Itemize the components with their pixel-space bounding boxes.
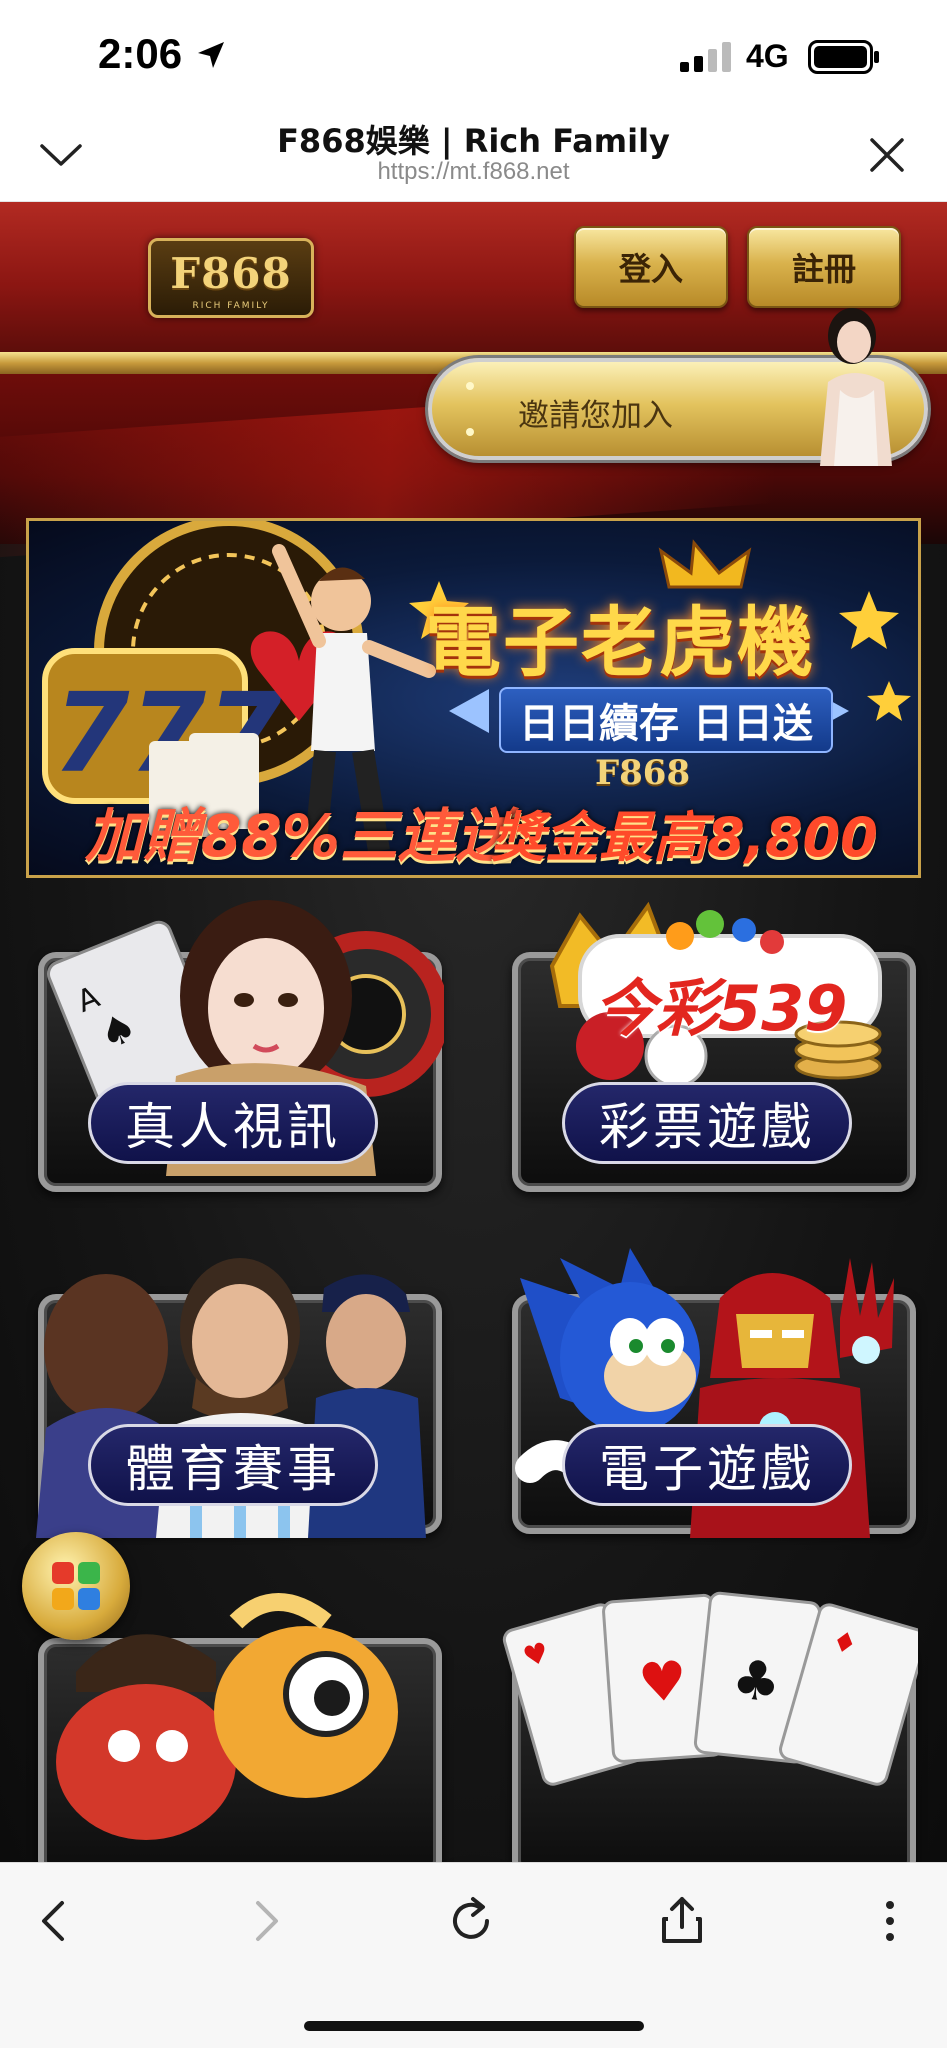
banner-subtitle: 日日續存 日日送 (499, 687, 833, 753)
category-label: 電子遊戲 (562, 1424, 852, 1506)
grid-apps-icon (52, 1562, 100, 1610)
category-sports[interactable]: 體育賽事 (26, 1238, 444, 1538)
category-live-casino[interactable]: A ♠ 真人視訊 (26, 896, 444, 1196)
logo-text: F868 (170, 249, 292, 298)
home-indicator (304, 2021, 644, 2031)
site-logo[interactable]: F868 RICH FAMILY (148, 238, 314, 318)
category-label: 真人視訊 (88, 1082, 378, 1164)
decor-dot (466, 428, 474, 436)
logo-subtext: RICH FAMILY (192, 301, 270, 311)
banner-logo: F868 (595, 753, 691, 793)
browser-toolbar (0, 1862, 947, 2048)
banner-max-text: 獎金最高8,800 (491, 806, 878, 869)
status-time: 2:06 (98, 30, 183, 77)
close-icon[interactable] (862, 130, 912, 180)
location-arrow-icon (198, 42, 224, 68)
invite-label: 邀請您加入 (518, 398, 673, 434)
browser-header: F868娛樂 | Rich Family https://mt.f868.net (0, 110, 947, 202)
promo-banner[interactable]: 777 電子老虎機 日日續存 日日送 F868 加贈88%三連送 獎金最高8,8… (26, 518, 921, 878)
register-button[interactable]: 註冊 (747, 226, 901, 308)
svg-text:♣: ♣ (729, 1647, 784, 1715)
lottery-art-text: 今彩539 (594, 972, 848, 1045)
floating-menu-button[interactable] (22, 1532, 130, 1640)
page-url: https://mt.f868.net (377, 158, 570, 185)
card-games-image: ♥ ♥ ♣ ♦ (502, 1591, 918, 1786)
forward-icon[interactable] (234, 1891, 294, 1951)
network-type: 4G (746, 38, 789, 74)
category-lottery[interactable]: 今彩539 彩票遊戲 (500, 896, 918, 1196)
category-slots[interactable]: 電子遊戲 (500, 1238, 918, 1538)
banner-title: 電子老虎機 (425, 598, 815, 687)
page-title: F868娛樂 | Rich Family (277, 122, 670, 160)
category-label: 彩票遊戲 (562, 1082, 852, 1164)
banner-bonus-text: 加贈88%三連送 (85, 802, 514, 870)
signal-strength-icon (680, 42, 731, 72)
category-label: 體育賽事 (88, 1424, 378, 1506)
back-icon[interactable] (26, 1891, 86, 1951)
decor-dot (466, 382, 474, 390)
share-icon[interactable] (652, 1891, 712, 1951)
svg-text:♥: ♥ (636, 1649, 689, 1715)
more-options-icon[interactable] (860, 1891, 920, 1951)
hostess-image (820, 308, 892, 466)
site-viewport: F868 RICH FAMILY 登入 註冊 邀請您加入 777 電子老虎機 日… (0, 202, 947, 1862)
battery-icon (808, 40, 879, 74)
reload-icon[interactable] (443, 1891, 503, 1951)
category-card-games[interactable]: ♥ ♥ ♣ ♦ (500, 1582, 918, 1862)
status-bar: 2:06 4G (0, 0, 947, 110)
login-button[interactable]: 登入 (574, 226, 728, 308)
